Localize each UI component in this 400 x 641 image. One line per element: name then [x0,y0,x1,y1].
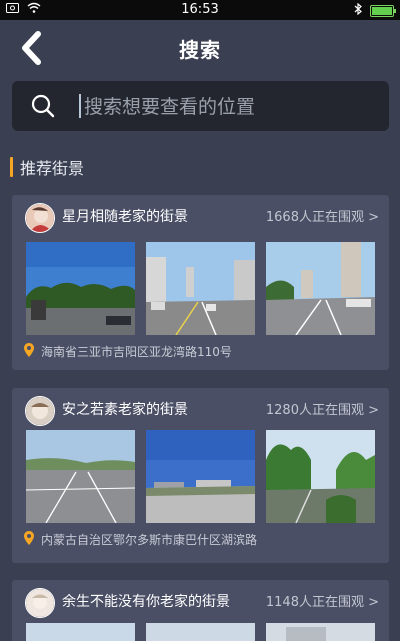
location-text: 海南省三亚市吉阳区亚龙湾路110号 [41,345,232,359]
street-photo[interactable] [26,430,135,523]
viewer-count-link[interactable]: 1668人正在围观 > [266,206,379,225]
street-photo[interactable] [146,623,255,641]
card-title: 星月相随老家的街景 [62,209,188,225]
street-view-card[interactable]: 安之若素老家的街景 1280人正在围观 > 内蒙古自治区鄂尔多斯市康巴什区湖滨路 [12,388,389,563]
location-text: 内蒙古自治区鄂尔多斯市康巴什区湖滨路 [41,533,258,547]
top-bar: 搜索 [0,20,400,76]
street-photo[interactable] [266,623,375,641]
text-cursor [79,94,81,118]
avatar[interactable] [25,588,55,618]
search-icon [30,93,56,123]
battery-icon [370,5,396,17]
street-view-card[interactable]: 余生不能没有你老家的街景 1148人正在围观 > [12,580,389,641]
street-photo[interactable] [146,242,255,335]
back-button[interactable] [12,28,52,68]
location-row: 内蒙古自治区鄂尔多斯市康巴什区湖滨路 [24,531,257,548]
viewer-count-link[interactable]: 1148人正在围观 > [266,591,379,610]
street-photo[interactable] [266,430,375,523]
location-pin-icon [24,343,34,360]
street-photo[interactable] [26,242,135,335]
bluetooth-icon [354,2,362,19]
street-photo[interactable] [266,242,375,335]
chevron-left-icon [22,31,41,65]
section-title: 推荐街景 [20,159,85,178]
card-title: 余生不能没有你老家的街景 [62,594,230,610]
avatar[interactable] [25,396,55,426]
location-row: 海南省三亚市吉阳区亚龙湾路110号 [24,343,232,360]
street-view-card[interactable]: 星月相随老家的街景 1668人正在围观 > 海南省三亚市吉阳区亚龙湾路110号 [12,195,389,370]
section-header: 推荐街景 [10,154,84,180]
search-input[interactable] [82,81,376,133]
street-photo[interactable] [26,623,135,641]
location-pin-icon [24,531,34,548]
search-bar[interactable] [12,81,389,133]
street-photo[interactable] [146,430,255,523]
card-title: 安之若素老家的街景 [62,402,188,418]
section-accent-bar [10,157,13,177]
page-title: 搜索 [179,37,221,62]
viewer-count-link[interactable]: 1280人正在围观 > [266,399,379,418]
status-bar: 16:53 [0,0,400,20]
clock: 16:53 [181,2,219,17]
avatar[interactable] [25,203,55,233]
